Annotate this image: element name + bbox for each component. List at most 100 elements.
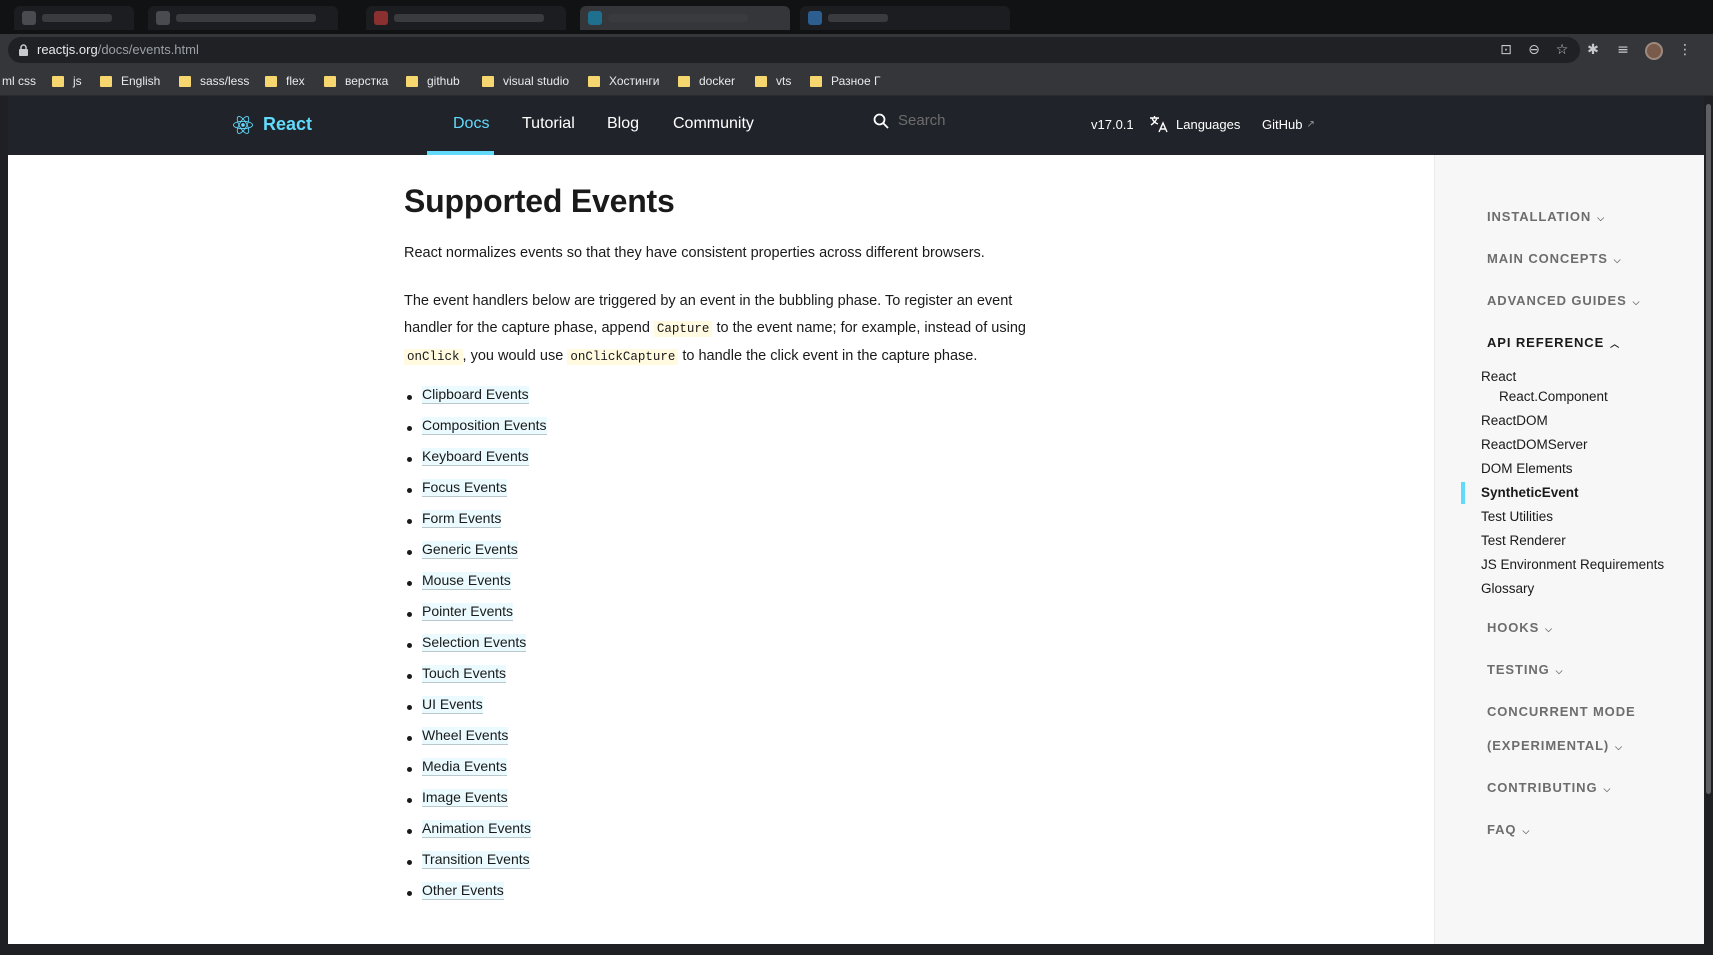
folder-icon [265, 75, 277, 87]
section-label: CONTRIBUTING [1487, 780, 1598, 795]
profile-avatar[interactable] [1645, 42, 1663, 60]
external-link-icon: ↗ [1306, 119, 1315, 130]
event-link-wheel[interactable]: Wheel Events [422, 727, 509, 745]
address-bar[interactable]: reactjs.org/docs/events.html ⊡ ⊖ ☆ [8, 37, 1580, 63]
sidebar-section-testing[interactable]: TESTING ⌵ [1487, 662, 1563, 677]
sidebar-section-faq[interactable]: FAQ ⌵ [1487, 822, 1530, 837]
scrollbar-thumb[interactable] [1706, 104, 1711, 794]
sidebar-item-react[interactable]: React [1481, 369, 1516, 384]
event-link-touch[interactable]: Touch Events [422, 665, 507, 683]
folder-icon [100, 75, 112, 87]
sidebar-section-contributing[interactable]: CONTRIBUTING ⌵ [1487, 780, 1611, 795]
tab-strip [0, 0, 1713, 34]
bookmark-item[interactable]: Разное Г [810, 74, 880, 88]
github-link[interactable]: GitHub ↗ [1262, 117, 1315, 132]
event-link-focus[interactable]: Focus Events [422, 479, 507, 497]
event-link-image[interactable]: Image Events [422, 789, 508, 807]
search-input[interactable] [898, 112, 1048, 129]
docs-sidebar: INSTALLATION ⌵ MAIN CONCEPTS ⌵ ADVANCED GU… [1434, 155, 1704, 944]
bookmark-item[interactable]: visual studio [482, 74, 569, 88]
sidebar-item-dom-elements[interactable]: DOM Elements [1481, 461, 1573, 476]
event-list: Clipboard Events Composition Events Keyb… [404, 386, 1064, 913]
nav-tutorial[interactable]: Tutorial [522, 115, 575, 133]
page-viewport: React Docs Tutorial Blog Community v17.0… [8, 96, 1704, 944]
event-link-animation[interactable]: Animation Events [422, 820, 531, 838]
url-host: reactjs.org [37, 42, 98, 57]
translate-icon[interactable]: ⊡ [1498, 42, 1514, 58]
sidebar-section-hooks[interactable]: HOOKS ⌵ [1487, 620, 1553, 635]
event-link-form[interactable]: Form Events [422, 510, 502, 528]
bookmark-item[interactable]: ml css [2, 74, 36, 88]
sidebar-section-main-concepts[interactable]: MAIN CONCEPTS ⌵ [1487, 251, 1622, 266]
languages-label: Languages [1176, 116, 1241, 132]
section-label: MAIN CONCEPTS [1487, 251, 1608, 266]
sidebar-item-react-component[interactable]: React.Component [1499, 389, 1608, 404]
event-link-clipboard[interactable]: Clipboard Events [422, 386, 529, 404]
bookmark-item[interactable]: English [100, 74, 160, 88]
folder-icon [179, 75, 191, 87]
zoom-icon[interactable]: ⊖ [1526, 42, 1542, 58]
tab[interactable] [366, 6, 566, 30]
bookmark-item[interactable]: верстка [324, 74, 388, 88]
sidebar-item-reactdom[interactable]: ReactDOM [1481, 413, 1548, 428]
bookmark-item[interactable]: sass/less [179, 74, 249, 88]
languages-link[interactable]: Languages [1149, 115, 1240, 133]
list-item: Touch Events [404, 665, 1064, 696]
bookmark-item[interactable]: docker [678, 74, 735, 88]
tab[interactable] [148, 6, 338, 30]
search-icon [873, 113, 889, 129]
tab[interactable] [800, 6, 1010, 30]
event-link-generic[interactable]: Generic Events [422, 541, 518, 559]
sidebar-section-api-reference[interactable]: API REFERENCE ︿ [1487, 335, 1620, 350]
event-link-ui[interactable]: UI Events [422, 696, 483, 714]
react-logo-icon [233, 115, 253, 134]
tab[interactable] [14, 6, 134, 30]
sidebar-section-installation[interactable]: INSTALLATION ⌵ [1487, 209, 1605, 224]
brand-link[interactable]: React [233, 114, 312, 135]
event-link-selection[interactable]: Selection Events [422, 634, 527, 652]
bookmark-item[interactable]: flex [265, 74, 305, 88]
sidebar-item-syntheticevent[interactable]: SyntheticEvent [1481, 485, 1579, 500]
event-link-other[interactable]: Other Events [422, 882, 504, 900]
chevron-up-icon: ︿ [1610, 339, 1621, 349]
sidebar-section-advanced-guides[interactable]: ADVANCED GUIDES ⌵ [1487, 293, 1640, 308]
bookmark-item[interactable]: js [52, 74, 82, 88]
reading-list-icon[interactable]: ≡ [1615, 42, 1631, 58]
paragraph-text: to the event name; for example, instead … [712, 320, 1026, 336]
sidebar-item-reactdomserver[interactable]: ReactDOMServer [1481, 437, 1588, 452]
folder-icon [324, 75, 336, 87]
section-label: ADVANCED GUIDES [1487, 293, 1627, 308]
event-link-keyboard[interactable]: Keyboard Events [422, 448, 529, 466]
list-item: Keyboard Events [404, 448, 1064, 479]
bookmark-label: github [427, 74, 460, 88]
site-header: React Docs Tutorial Blog Community v17.0… [8, 96, 1704, 155]
bookmark-item[interactable]: Хостинги [588, 74, 659, 88]
menu-icon[interactable]: ⋮ [1677, 42, 1693, 58]
url-path: /docs/events.html [97, 42, 199, 57]
version-link[interactable]: v17.0.1 [1091, 117, 1134, 132]
active-tab[interactable] [580, 6, 790, 30]
section-label: TESTING [1487, 662, 1550, 677]
event-link-pointer[interactable]: Pointer Events [422, 603, 514, 621]
event-link-media[interactable]: Media Events [422, 758, 507, 776]
nav-blog[interactable]: Blog [607, 115, 639, 133]
bookmark-item[interactable]: vts [755, 74, 791, 88]
section-label: (EXPERIMENTAL) [1487, 738, 1610, 753]
nav-community[interactable]: Community [673, 115, 754, 133]
bookmark-item[interactable]: github [406, 74, 460, 88]
event-link-composition[interactable]: Composition Events [422, 417, 547, 435]
sidebar-item-test-renderer[interactable]: Test Renderer [1481, 533, 1566, 548]
extensions-icon[interactable]: ✱ [1585, 42, 1601, 58]
sidebar-item-test-utilities[interactable]: Test Utilities [1481, 509, 1553, 524]
sidebar-item-js-environment[interactable]: JS Environment Requirements [1481, 557, 1664, 572]
bookmark-label: js [73, 74, 82, 88]
sidebar-section-concurrent-mode-2[interactable]: (EXPERIMENTAL) ⌵ [1487, 738, 1623, 753]
nav-docs[interactable]: Docs [453, 115, 489, 133]
event-link-transition[interactable]: Transition Events [422, 851, 530, 869]
sidebar-section-concurrent-mode[interactable]: CONCURRENT MODE [1487, 704, 1636, 719]
browser-toolbar: reactjs.org/docs/events.html ⊡ ⊖ ☆ ✱ ≡ ⋮ [0, 34, 1713, 66]
event-link-mouse[interactable]: Mouse Events [422, 572, 511, 590]
star-icon[interactable]: ☆ [1554, 42, 1570, 58]
sidebar-item-glossary[interactable]: Glossary [1481, 581, 1534, 596]
chevron-down-icon: ⌵ [1597, 213, 1605, 223]
